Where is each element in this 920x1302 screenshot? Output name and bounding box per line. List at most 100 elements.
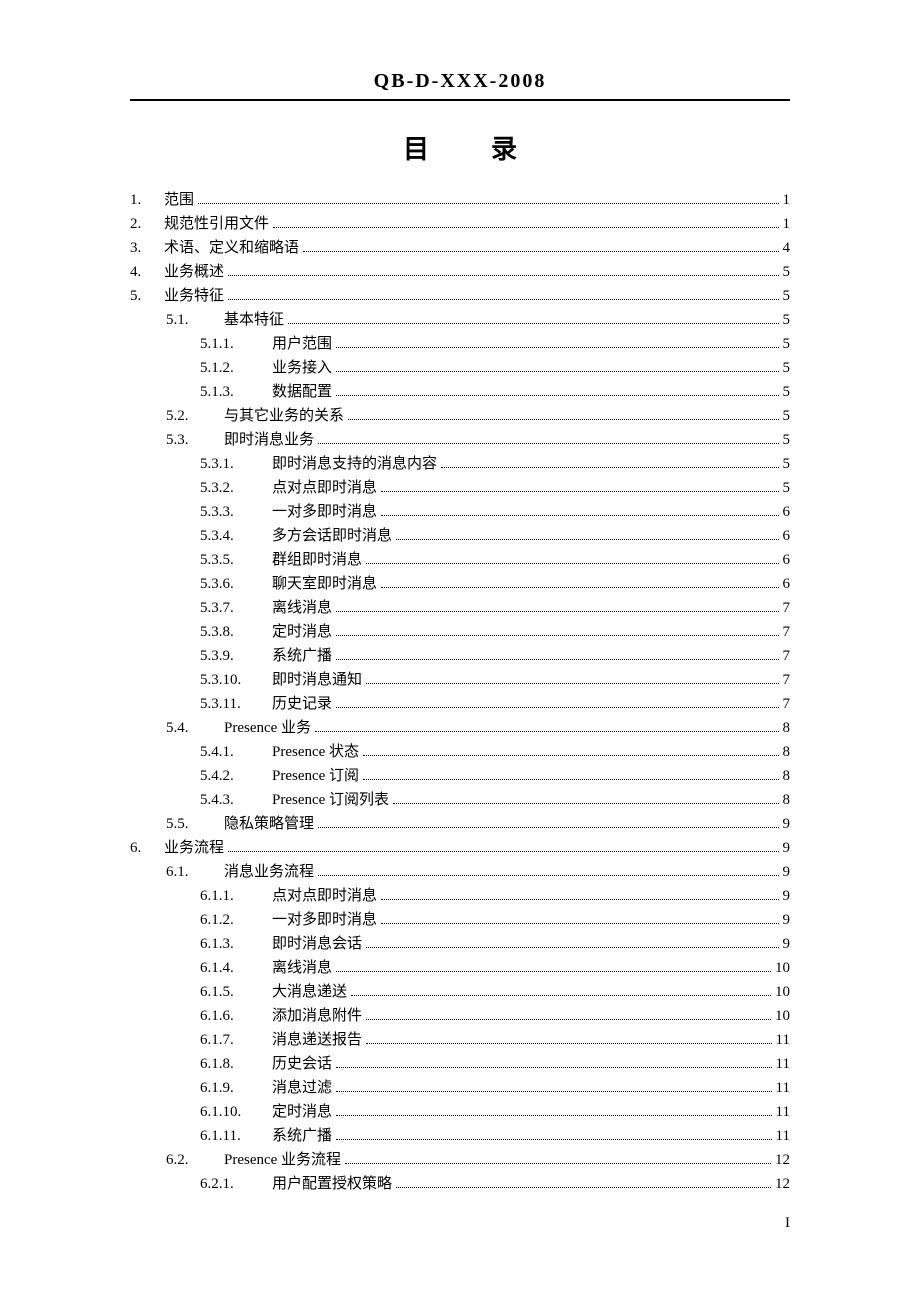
toc-entry[interactable]: 5.4.2.Presence 订阅8 [130, 764, 790, 788]
toc-entry-label: 离线消息 [260, 596, 332, 620]
toc-leader-dots [288, 323, 778, 324]
toc-entry-label: 消息递送报告 [260, 1028, 362, 1052]
toc-entry[interactable]: 5.3.7.离线消息 7 [130, 596, 790, 620]
toc-entry-page: 5 [783, 356, 791, 380]
toc-entry[interactable]: 6.1.5.大消息递送 10 [130, 980, 790, 1004]
toc-leader-dots [336, 371, 778, 372]
toc-entry[interactable]: 5.4.1.Presence 状态8 [130, 740, 790, 764]
toc-entry[interactable]: 5.1.2.业务接入5 [130, 356, 790, 380]
toc-leader-dots [336, 1091, 772, 1092]
toc-entry[interactable]: 1.范围1 [130, 188, 790, 212]
toc-entry-page: 1 [783, 188, 791, 212]
toc-entry-number: 6.1.2. [200, 908, 260, 932]
toc-entry[interactable]: 6.1.7.消息递送报告11 [130, 1028, 790, 1052]
toc-entry[interactable]: 5.4.3.Presence 订阅列表8 [130, 788, 790, 812]
toc-entry-label: 术语、定义和缩略语 [160, 236, 299, 260]
document-header: QB-D-XXX-2008 [130, 70, 790, 101]
toc-entry-page: 10 [775, 956, 790, 980]
toc-entry-page: 10 [775, 1004, 790, 1028]
toc-leader-dots [315, 731, 778, 732]
toc-entry[interactable]: 5.3.3.一对多即时消息6 [130, 500, 790, 524]
toc-entry-number: 5.1.2. [200, 356, 260, 380]
toc-entry-number: 5.4.3. [200, 788, 260, 812]
toc-entry-page: 5 [783, 380, 791, 404]
toc-entry[interactable]: 6.1.10.定时消息11 [130, 1100, 790, 1124]
toc-entry[interactable]: 5.3.2.点对点即时消息5 [130, 476, 790, 500]
toc-entry[interactable]: 6.1.消息业务流程9 [130, 860, 790, 884]
toc-entry-number: 5.1.3. [200, 380, 260, 404]
toc-entry[interactable]: 5.5.隐私策略管理9 [130, 812, 790, 836]
toc-entry-label: 基本特征 [212, 308, 284, 332]
toc-entry-label: 系统广播 [260, 644, 332, 668]
page-number: I [785, 1215, 790, 1232]
toc-leader-dots [363, 755, 778, 756]
toc-entry-number: 5.3.9. [200, 644, 260, 668]
toc-entry-number: 1. [130, 188, 160, 212]
toc-entry[interactable]: 5.4.Presence 业务8 [130, 716, 790, 740]
toc-entry[interactable]: 6.1.6.添加消息附件10 [130, 1004, 790, 1028]
toc-entry-label: 即时消息业务 [212, 428, 314, 452]
toc-entry[interactable]: 5.3.11.历史记录7 [130, 692, 790, 716]
toc-entry[interactable]: 5.2.与其它业务的关系5 [130, 404, 790, 428]
toc-entry[interactable]: 5.3.6.聊天室即时消息6 [130, 572, 790, 596]
toc-entry[interactable]: 6.2.Presence 业务流程12 [130, 1148, 790, 1172]
toc-entry-number: 5.4. [166, 716, 212, 740]
toc-entry-label: 业务概述 [160, 260, 224, 284]
toc-entry[interactable]: 5.业务特征5 [130, 284, 790, 308]
toc-entry-page: 10 [775, 980, 790, 1004]
toc-leader-dots [228, 299, 778, 300]
toc-entry[interactable]: 5.1.1.用户范围5 [130, 332, 790, 356]
toc-entry-label: 大消息递送 [260, 980, 347, 1004]
toc-entry-page: 5 [783, 332, 791, 356]
toc-entry-label: 业务特征 [160, 284, 224, 308]
toc-entry[interactable]: 5.3.1.即时消息支持的消息内容5 [130, 452, 790, 476]
toc-entry[interactable]: 5.1.基本特征5 [130, 308, 790, 332]
toc-entry[interactable]: 6.业务流程9 [130, 836, 790, 860]
toc-entry[interactable]: 6.1.9.消息过滤11 [130, 1076, 790, 1100]
toc-entry[interactable]: 2.规范性引用文件1 [130, 212, 790, 236]
toc-entry-label: Presence 订阅 [260, 764, 359, 788]
toc-leader-dots [366, 683, 778, 684]
toc-entry[interactable]: 5.3.5.群组即时消息6 [130, 548, 790, 572]
toc-entry-page: 9 [783, 884, 791, 908]
toc-entry[interactable]: 6.1.2.一对多即时消息9 [130, 908, 790, 932]
toc-leader-dots [348, 419, 778, 420]
toc-entry-number: 6.1.9. [200, 1076, 260, 1100]
toc-entry-number: 6.1.8. [200, 1052, 260, 1076]
toc-entry[interactable]: 5.3.10.即时消息通知7 [130, 668, 790, 692]
toc-entry[interactable]: 5.3.9.系统广播7 [130, 644, 790, 668]
toc-entry[interactable]: 5.3.即时消息业务5 [130, 428, 790, 452]
toc-entry-number: 5.4.2. [200, 764, 260, 788]
toc-leader-dots [198, 203, 778, 204]
toc-entry-number: 5.3.5. [200, 548, 260, 572]
toc-entry-label: 隐私策略管理 [212, 812, 314, 836]
toc-entry-page: 8 [783, 740, 791, 764]
toc-entry-number: 5.3.7. [200, 596, 260, 620]
toc-entry-number: 6.1.6. [200, 1004, 260, 1028]
toc-entry[interactable]: 5.3.8.定时消息7 [130, 620, 790, 644]
toc-entry[interactable]: 5.3.4.多方会话即时消息6 [130, 524, 790, 548]
toc-title: 目录 [130, 129, 790, 166]
toc-entry-label: 业务流程 [160, 836, 224, 860]
toc-entry[interactable]: 5.1.3.数据配置 5 [130, 380, 790, 404]
toc-entry[interactable]: 3.术语、定义和缩略语4 [130, 236, 790, 260]
toc-entry[interactable]: 6.1.11.系统广播11 [130, 1124, 790, 1148]
toc-entry-label: 数据配置 [260, 380, 332, 404]
toc-entry[interactable]: 6.2.1.用户配置授权策略12 [130, 1172, 790, 1196]
toc-entry[interactable]: 6.1.8.历史会话11 [130, 1052, 790, 1076]
toc-entry[interactable]: 4.业务概述5 [130, 260, 790, 284]
toc-leader-dots [303, 251, 778, 252]
toc-entry[interactable]: 6.1.1.点对点即时消息9 [130, 884, 790, 908]
toc-entry-number: 3. [130, 236, 160, 260]
toc-entry-page: 7 [783, 596, 791, 620]
toc-entry-page: 6 [783, 572, 791, 596]
toc-entry[interactable]: 6.1.4.离线消息10 [130, 956, 790, 980]
toc-leader-dots [393, 803, 778, 804]
toc-entry-page: 7 [783, 668, 791, 692]
toc-entry-number: 6.1.5. [200, 980, 260, 1004]
toc-entry-page: 9 [783, 812, 791, 836]
toc-leader-dots [441, 467, 778, 468]
toc-entry[interactable]: 6.1.3.即时消息会话9 [130, 932, 790, 956]
toc-entry-number: 6.1.4. [200, 956, 260, 980]
toc-entry-label: Presence 业务 [212, 716, 311, 740]
